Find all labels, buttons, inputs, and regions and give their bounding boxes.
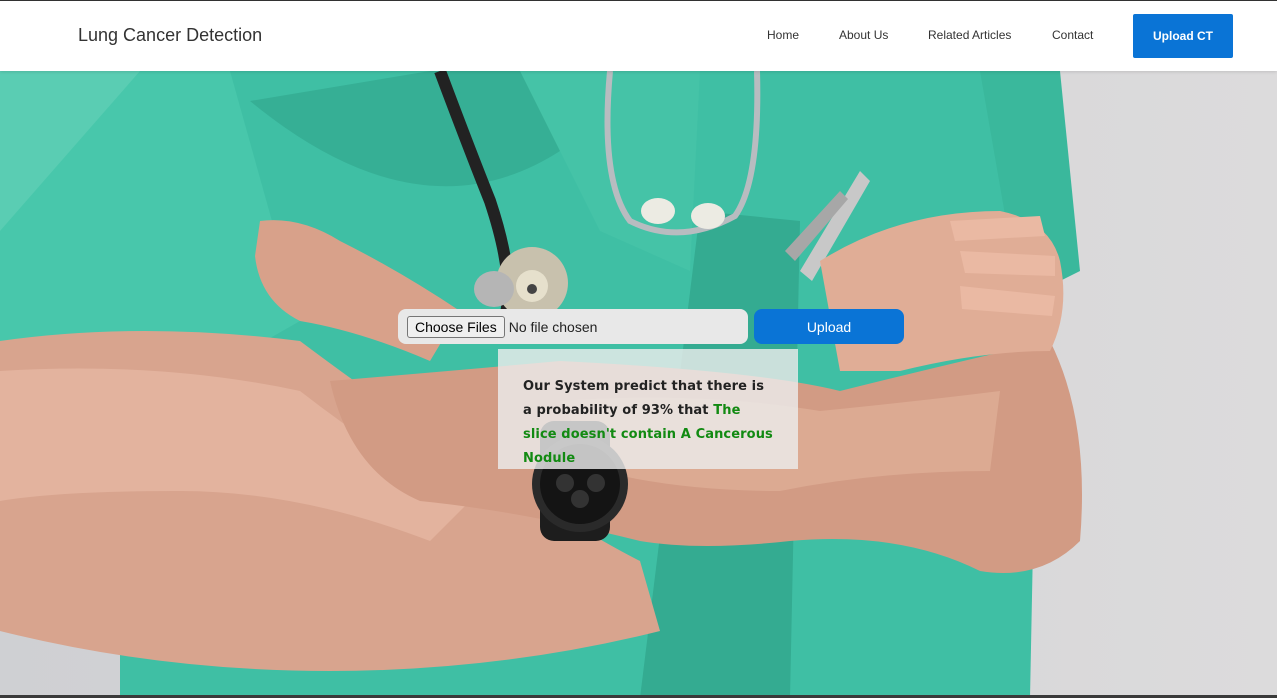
- choose-files-button[interactable]: Choose Files: [407, 315, 505, 338]
- nav-link-home[interactable]: Home: [767, 28, 799, 42]
- navbar: Lung Cancer Detection Home About Us Rela…: [0, 1, 1277, 71]
- file-input[interactable]: Choose Files No file chosen: [398, 309, 748, 344]
- upload-button[interactable]: Upload: [754, 309, 904, 344]
- nav-link-contact[interactable]: Contact: [1052, 28, 1093, 42]
- file-status-text: No file chosen: [508, 318, 598, 335]
- prediction-result-box: Our System predict that there is a proba…: [498, 349, 798, 469]
- brand-title[interactable]: Lung Cancer Detection: [78, 25, 262, 46]
- nav-link-about-us[interactable]: About Us: [839, 28, 888, 42]
- upload-ct-button[interactable]: Upload CT: [1133, 14, 1233, 58]
- nav-link-related-articles[interactable]: Related Articles: [928, 28, 1011, 42]
